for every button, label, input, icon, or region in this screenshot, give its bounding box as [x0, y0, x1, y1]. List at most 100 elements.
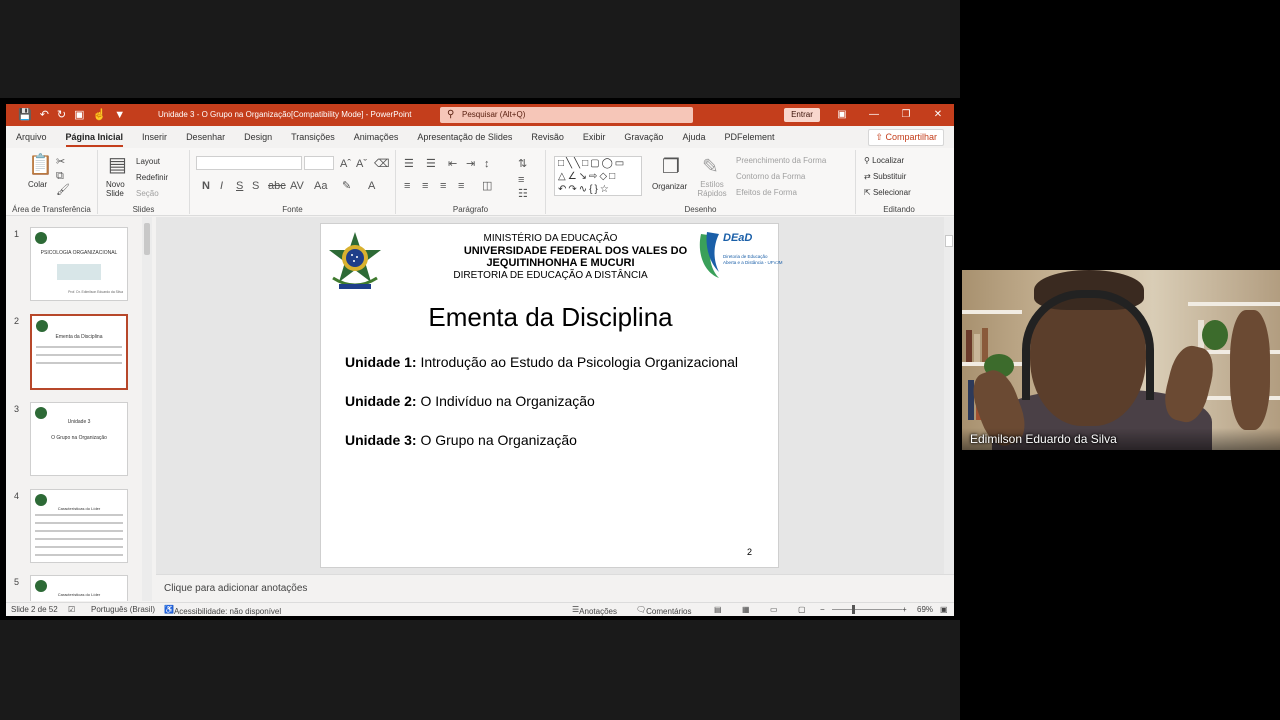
slide-thumbnail-5[interactable]: Características do Líder [30, 575, 128, 601]
tab-design[interactable]: Design [244, 132, 272, 142]
italic-icon[interactable]: I [220, 180, 223, 192]
align-right-icon[interactable]: ≡ [440, 180, 446, 192]
sign-in-button[interactable]: Entrar [784, 108, 820, 122]
share-button[interactable]: ⇧ Compartilhar [868, 129, 944, 146]
shape-effects-button[interactable]: Efeitos de Forma [736, 188, 797, 197]
find-button[interactable]: ⚲ Localizar [864, 156, 904, 165]
normal-view-icon[interactable]: ▤ [714, 605, 722, 614]
thumbnail-scroll-thumb[interactable] [144, 223, 150, 255]
new-slide-label[interactable]: Novo Slide [106, 180, 136, 198]
smartart-icon[interactable]: ☷ [518, 188, 528, 200]
present-icon[interactable]: ▣ [74, 108, 84, 122]
highlight-icon[interactable]: ✎ [342, 180, 351, 192]
touch-mode-icon[interactable]: ☝ [93, 108, 107, 122]
reading-view-icon[interactable]: ▭ [770, 605, 778, 614]
shape-fill-button[interactable]: Preenchimento da Forma [736, 156, 826, 165]
zoom-in-icon[interactable]: + [902, 605, 907, 614]
copy-icon[interactable]: ⧉ [56, 170, 64, 182]
align-left-icon[interactable]: ≡ [404, 180, 410, 192]
layout-button[interactable]: Layout [136, 157, 160, 166]
notes-toggle[interactable]: ☰ Anotações [572, 605, 617, 616]
font-color-icon[interactable]: A [368, 180, 375, 192]
close-icon[interactable]: ✕ [926, 107, 950, 123]
slide-sorter-icon[interactable]: ▦ [742, 605, 750, 614]
section-button[interactable]: Seção [136, 189, 159, 198]
tab-apresentacao[interactable]: Apresentação de Slides [417, 132, 512, 142]
clear-format-icon[interactable]: ⌫ [374, 158, 390, 170]
comments-toggle[interactable]: 🗨 Comentários [636, 605, 692, 616]
tab-revisao[interactable]: Revisão [531, 132, 564, 142]
tab-pdfelement[interactable]: PDFelement [724, 132, 774, 142]
format-painter-icon[interactable]: 🖌 [56, 184, 70, 196]
zoom-slider-thumb[interactable] [852, 605, 855, 614]
replace-button[interactable]: ⇄ Substituir [864, 172, 906, 181]
align-center-icon[interactable]: ≡ [422, 180, 428, 192]
tab-pagina-inicial[interactable]: Página Inicial [65, 132, 123, 147]
ribbon-display-icon[interactable]: ▣ [830, 107, 854, 123]
thumbnail-scrollbar[interactable] [142, 217, 152, 601]
spellcheck-icon[interactable]: ☑ [68, 605, 75, 614]
tab-animacoes[interactable]: Animações [354, 132, 399, 142]
columns-icon[interactable]: ◫ [482, 180, 492, 192]
align-text-icon[interactable]: ≡ [518, 174, 524, 186]
text-direction-icon[interactable]: ⇅ [518, 158, 527, 170]
change-case-icon[interactable]: Aa [314, 180, 327, 192]
tab-ajuda[interactable]: Ajuda [682, 132, 705, 142]
quick-styles-icon[interactable]: ✎ [702, 156, 719, 178]
increase-font-icon[interactable]: Aˆ [340, 158, 351, 170]
slide-scrollbar[interactable] [944, 217, 954, 574]
arrange-icon[interactable]: ❐ [662, 156, 680, 178]
zoom-level[interactable]: 69% [917, 605, 933, 614]
redo-icon[interactable]: ↻ [57, 108, 66, 122]
minimize-icon[interactable]: — [862, 107, 886, 123]
char-spacing-icon[interactable]: AV [290, 180, 304, 192]
tab-transicoes[interactable]: Transições [291, 132, 335, 142]
save-icon[interactable]: 💾 [18, 108, 32, 122]
notes-pane[interactable]: Clique para adicionar anotações [156, 574, 954, 601]
numbering-icon[interactable]: ☰ [426, 158, 436, 170]
zoom-slider[interactable] [832, 609, 902, 610]
strikethrough-icon[interactable]: abc [268, 180, 286, 192]
slide-thumbnail-4[interactable]: Características do Líder [30, 489, 128, 563]
language-status[interactable]: Português (Brasil) [91, 605, 155, 614]
zoom-out-icon[interactable]: − [820, 605, 825, 614]
slide-thumbnail-1[interactable]: PSICOLOGIA ORGANIZACIONAL Prof. Dr. Edim… [30, 227, 128, 301]
tab-desenhar[interactable]: Desenhar [186, 132, 225, 142]
arrange-label[interactable]: Organizar [652, 182, 687, 191]
reset-button[interactable]: Redefinir [136, 173, 168, 182]
justify-icon[interactable]: ≡ [458, 180, 464, 192]
paste-label[interactable]: Colar [28, 180, 47, 189]
slide-thumbnail-3[interactable]: Unidade 3 O Grupo na Organização [30, 402, 128, 476]
accessibility-status[interactable]: ♿ Acessibilidade: não disponível [164, 605, 281, 616]
new-slide-icon[interactable]: ▤ [108, 154, 127, 176]
underline-icon[interactable]: S [236, 180, 243, 192]
slideshow-icon[interactable]: ▢ [798, 605, 806, 614]
font-family-select[interactable] [196, 156, 302, 170]
tab-exibir[interactable]: Exibir [583, 132, 606, 142]
undo-icon[interactable]: ↶ [40, 108, 49, 122]
increase-indent-icon[interactable]: ⇥ [466, 158, 475, 170]
shape-outline-button[interactable]: Contorno da Forma [736, 172, 805, 181]
line-spacing-icon[interactable]: ↕ [484, 158, 490, 170]
customize-qat-icon[interactable]: ▼ [114, 108, 125, 122]
select-button[interactable]: ⇱ Selecionar [864, 188, 911, 197]
tab-gravacao[interactable]: Gravação [624, 132, 663, 142]
slide-scroll-thumb[interactable] [945, 235, 953, 247]
bullets-icon[interactable]: ☰ [404, 158, 414, 170]
quick-styles-label[interactable]: Estilos Rápidos [696, 180, 728, 198]
decrease-indent-icon[interactable]: ⇤ [448, 158, 457, 170]
fit-slide-icon[interactable]: ▣ [940, 605, 948, 614]
tab-arquivo[interactable]: Arquivo [16, 132, 47, 142]
slide-thumbnail-2[interactable]: Ementa da Disciplina [30, 314, 128, 390]
restore-icon[interactable]: ❐ [894, 107, 918, 123]
shapes-gallery[interactable]: □╲╲□▢◯▭ △∠↘⇨◇□ ↶↷∿{}☆ [554, 156, 642, 196]
cut-icon[interactable]: ✂ [56, 156, 65, 168]
current-slide[interactable]: MINISTÉRIO DA EDUCAÇÃO UNIVERSIDADE FEDE… [320, 223, 783, 568]
search-box[interactable]: ⚲ Pesquisar (Alt+Q) [440, 107, 693, 123]
tab-inserir[interactable]: Inserir [142, 132, 167, 142]
paste-icon[interactable]: 📋 [28, 154, 53, 176]
font-size-select[interactable] [304, 156, 334, 170]
decrease-font-icon[interactable]: Aˇ [356, 158, 367, 170]
shadow-icon[interactable]: S [252, 180, 259, 192]
bold-icon[interactable]: N [202, 180, 210, 192]
